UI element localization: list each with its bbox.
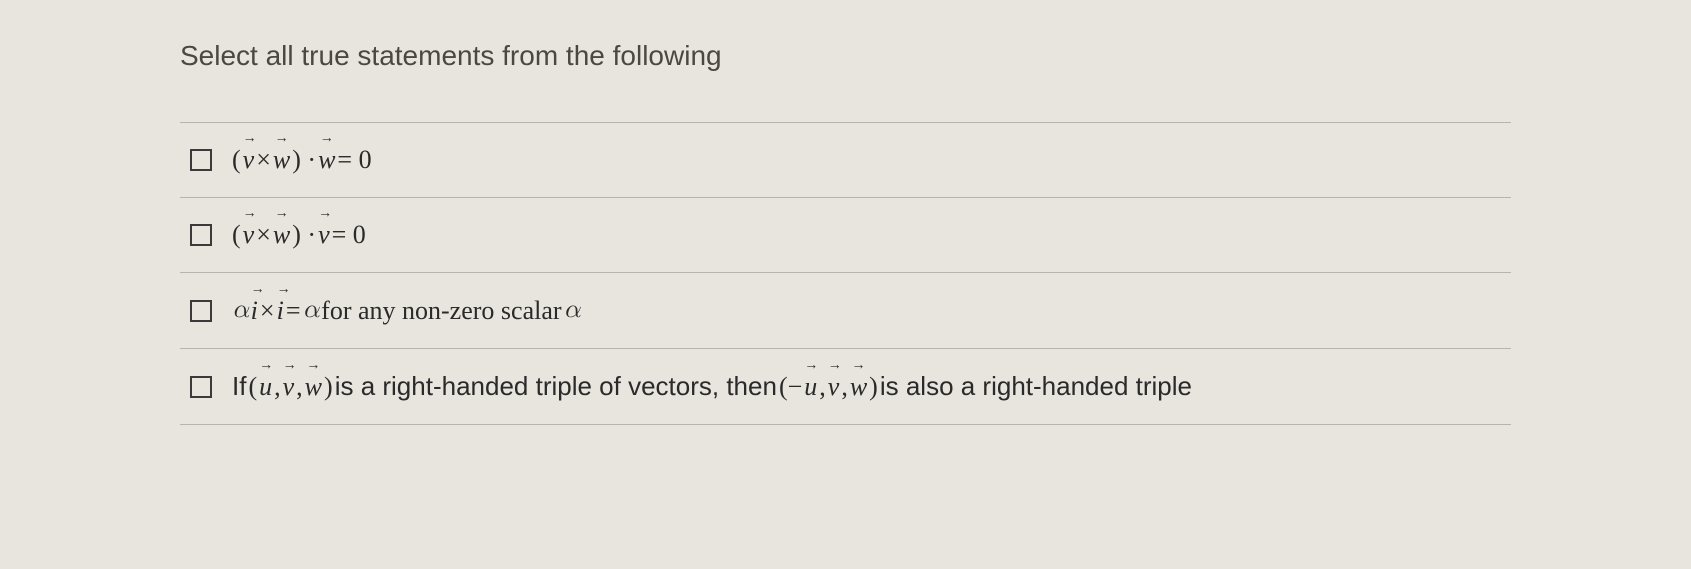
option-text-2: (v × w) · v = 0: [232, 220, 366, 250]
checkbox-option-4[interactable]: [190, 376, 212, 398]
option-text-4: If (u, v, w) is a right-handed triple of…: [232, 371, 1192, 402]
options-container: (v × w) · w = 0 (v × w) · v = 0 αi × i =…: [180, 122, 1511, 425]
option-row: (v × w) · v = 0: [180, 198, 1511, 273]
option-row: If (u, v, w) is a right-handed triple of…: [180, 349, 1511, 425]
option-row: (v × w) · w = 0: [180, 123, 1511, 198]
question-prompt: Select all true statements from the foll…: [180, 40, 1511, 72]
checkbox-option-3[interactable]: [190, 300, 212, 322]
option-row: αi × i = α for any non-zero scalar α: [180, 273, 1511, 349]
checkbox-option-2[interactable]: [190, 224, 212, 246]
checkbox-option-1[interactable]: [190, 149, 212, 171]
option-text-1: (v × w) · w = 0: [232, 145, 372, 175]
option-text-3: αi × i = α for any non-zero scalar α: [232, 295, 580, 326]
